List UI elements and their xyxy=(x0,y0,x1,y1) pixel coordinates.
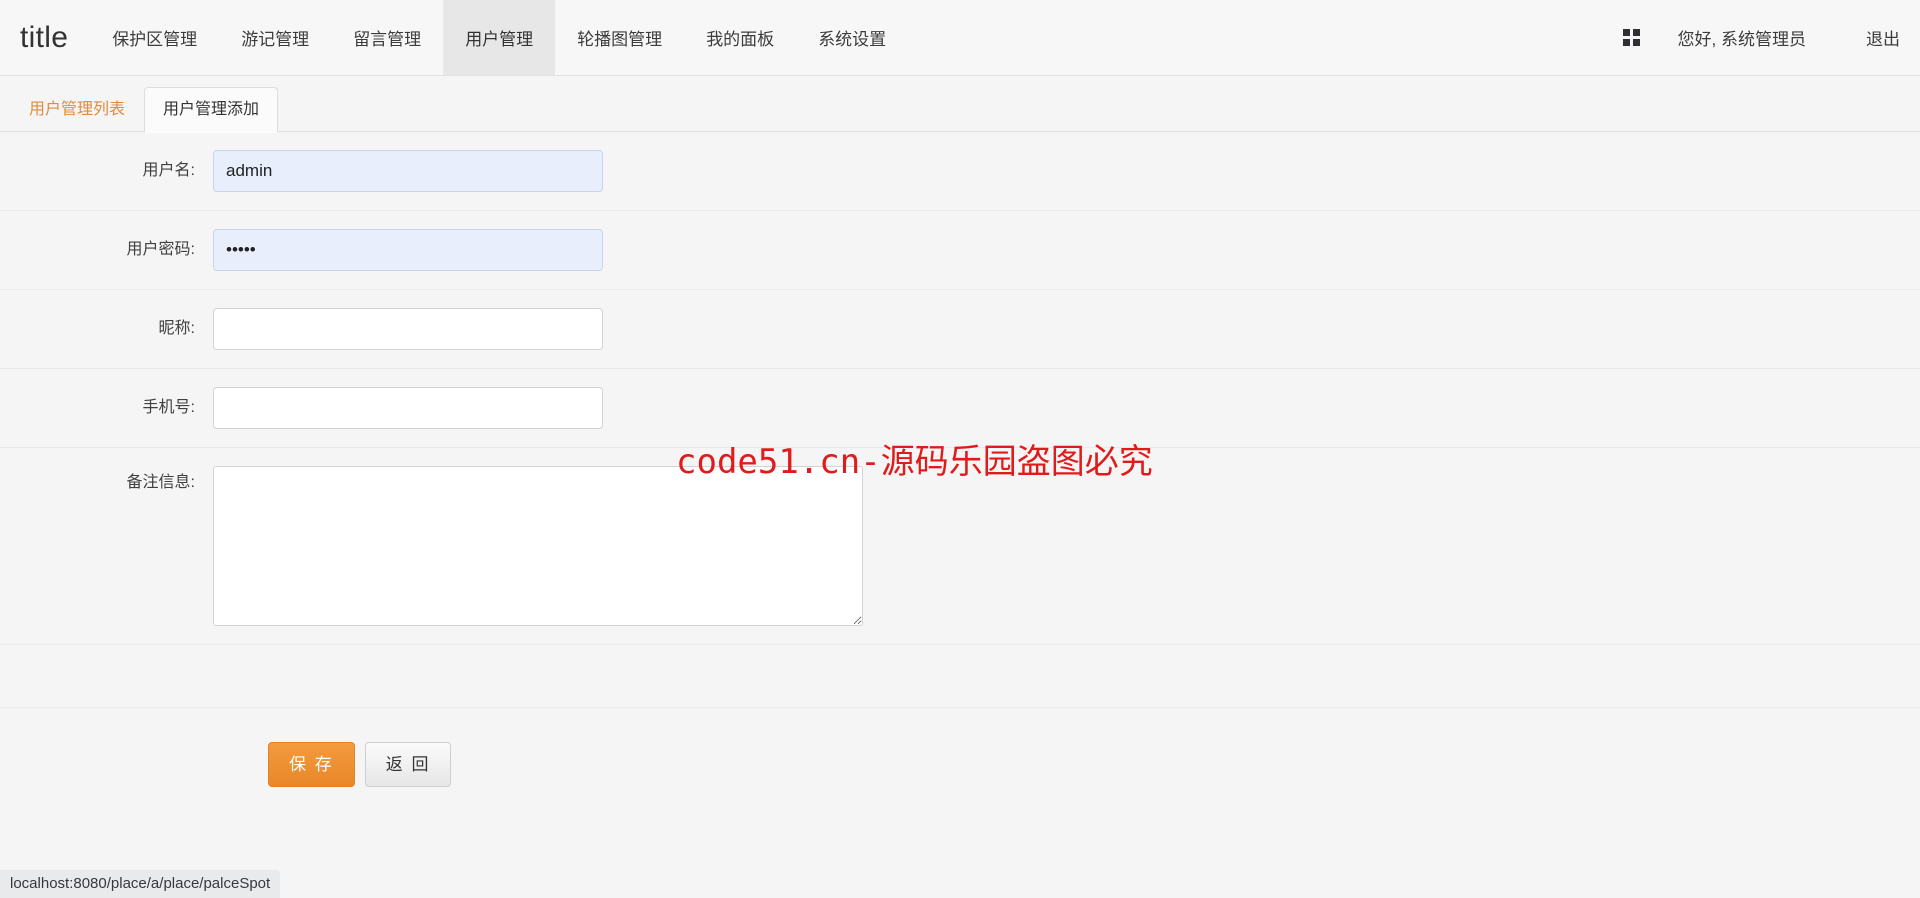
control-phone xyxy=(213,387,1920,429)
user-greeting[interactable]: 您好, 系统管理员 xyxy=(1678,25,1806,50)
form-row-password: 用户密码: xyxy=(0,211,1920,290)
user-add-form: 用户名: 用户密码: 昵称: 手机号: 备注信息: xyxy=(0,132,1920,787)
control-nickname xyxy=(213,308,1920,350)
label-nickname: 昵称: xyxy=(158,320,195,337)
form-row-phone: 手机号: xyxy=(0,369,1920,448)
tab-list: 用户管理列表 用户管理添加 xyxy=(0,76,1920,133)
control-remark xyxy=(213,466,1920,626)
grid-icon-cell xyxy=(1632,39,1640,46)
grid-icon-cell xyxy=(1622,39,1630,46)
top-navbar: title 保护区管理 游记管理 留言管理 用户管理 轮播图管理 我的面板 系统… xyxy=(0,0,1920,76)
grid-icon-cell xyxy=(1622,29,1630,36)
control-password xyxy=(213,229,1920,271)
form-spacer-row xyxy=(0,645,1920,708)
form-row-username: 用户名: xyxy=(0,132,1920,211)
status-bar-url: localhost:8080/place/a/place/palceSpot xyxy=(0,869,281,898)
tab-user-list[interactable]: 用户管理列表 xyxy=(10,87,144,133)
grid-icon-cell xyxy=(1632,29,1640,36)
label-username: 用户名: xyxy=(142,162,195,179)
label-phone: 手机号: xyxy=(142,399,195,416)
back-button[interactable]: 返 回 xyxy=(364,742,452,787)
nav-item-carousel[interactable]: 轮播图管理 xyxy=(555,0,684,75)
logout-link[interactable]: 退出 xyxy=(1866,25,1900,50)
form-row-remark: 备注信息: xyxy=(0,448,1920,645)
tab-strip: 用户管理列表 用户管理添加 xyxy=(0,76,1920,133)
brand-title[interactable]: title xyxy=(0,0,90,75)
username-input[interactable] xyxy=(213,150,603,192)
main-nav: 保护区管理 游记管理 留言管理 用户管理 轮播图管理 我的面板 系统设置 xyxy=(90,0,908,75)
password-input[interactable] xyxy=(213,229,603,271)
main-content: 用户名: 用户密码: 昵称: 手机号: 备注信息: xyxy=(0,132,1920,787)
save-button[interactable]: 保 存 xyxy=(268,742,355,787)
control-username xyxy=(213,150,1920,192)
form-row-nickname: 昵称: xyxy=(0,290,1920,369)
tab-user-add[interactable]: 用户管理添加 xyxy=(144,86,279,133)
grid-icon[interactable] xyxy=(1622,29,1640,46)
nickname-input[interactable] xyxy=(213,308,603,350)
nav-item-user-management[interactable]: 用户管理 xyxy=(443,0,556,75)
nav-item-protected-area[interactable]: 保护区管理 xyxy=(90,0,219,75)
nav-item-system-settings[interactable]: 系统设置 xyxy=(796,0,908,75)
label-remark: 备注信息: xyxy=(126,474,195,491)
nav-item-travel-notes[interactable]: 游记管理 xyxy=(219,0,331,75)
nav-item-messages[interactable]: 留言管理 xyxy=(331,0,443,75)
nav-item-my-panel[interactable]: 我的面板 xyxy=(684,0,796,75)
form-actions: 保 存 返 回 xyxy=(0,708,1920,787)
remark-textarea[interactable] xyxy=(213,466,863,626)
navbar-right-section: 您好, 系统管理员 退出 xyxy=(1622,0,1920,75)
phone-input[interactable] xyxy=(213,387,603,429)
label-password: 用户密码: xyxy=(126,241,195,258)
